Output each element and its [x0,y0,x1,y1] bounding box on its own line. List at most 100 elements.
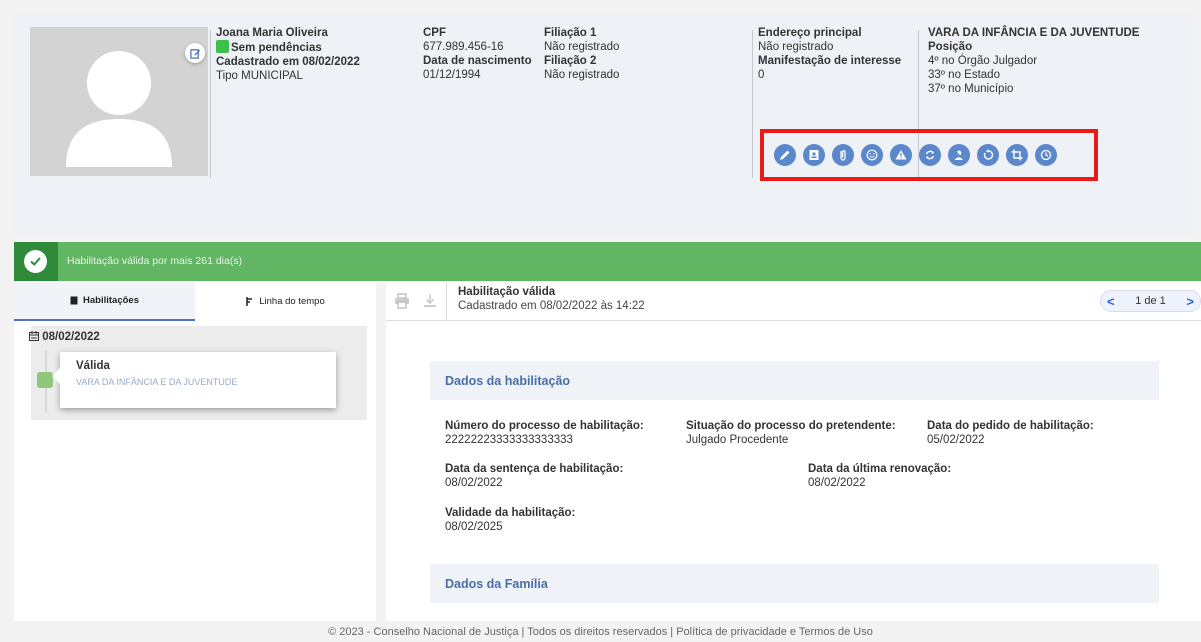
user-silhouette-icon [66,51,172,167]
section-habilitacao-title: Dados da habilitação [445,374,571,388]
status-indicator [216,40,229,53]
edit-photo-button[interactable] [185,43,205,63]
profile-address-col: Endereço principal Não registrado Manife… [758,26,901,82]
field-label: Data do pedido de habilitação: [927,420,1094,432]
document-icon [70,296,78,305]
detail-body: Dados da habilitação Número do processo … [386,321,1201,621]
contact-card-button[interactable] [803,144,825,166]
detail-title: Habilitação válida [458,286,556,298]
timeline-date: 08/02/2022 [29,331,100,343]
filiacao2-value: Não registrado [544,69,620,81]
check-circle-icon [24,250,47,273]
timeline-card-subtitle: VARA DA INFÂNCIA E DA JUVENTUDE [76,377,238,387]
timeline-marker [37,372,53,388]
section-habilitacao: Dados da habilitação [430,361,1159,400]
calendar-icon [29,331,39,341]
print-icon[interactable] [394,293,410,309]
edit-icon [189,48,200,59]
smiley-button[interactable] [861,144,883,166]
field-value: 05/02/2022 [927,434,985,446]
address-value: Não registrado [758,41,834,53]
history-icon [1040,149,1052,161]
field-label: Situação do processo do pretendente: [686,420,896,432]
profile-card: Joana Maria Oliveira Sem pendências Cada… [14,14,1192,234]
divider [210,30,211,178]
left-tabs: Habilitações Linha do tempo [14,282,376,321]
cpf-value: 677.989.456-16 [423,41,504,53]
attachment-button[interactable] [832,144,854,166]
page-indicator: 1 de 1 [1135,295,1166,307]
tab-timeline-label: Linha do tempo [259,296,325,307]
refresh-button[interactable] [919,144,941,166]
paperclip-icon [840,150,846,161]
interest-value: 0 [758,69,765,81]
pagination: < 1 de 1 > [1100,290,1201,312]
tab-habilitacoes-label: Habilitações [83,295,139,306]
address-label: Endereço principal [758,27,862,39]
field-label: Número do processo de habilitação: [445,420,644,432]
next-page-button[interactable]: > [1186,294,1194,309]
undo-button[interactable] [977,144,999,166]
profile-status: Sem pendências [231,42,322,54]
birth-label: Data de nascimento [423,55,532,67]
position-city: 37º no Município [928,83,1014,95]
field-label: Data da última renovação: [808,463,952,475]
court-name: VARA DA INFÂNCIA E DA JUVENTUDE [928,27,1140,39]
field-value: Julgado Procedente [686,434,789,446]
profile-type: Tipo MUNICIPAL [216,70,303,82]
warning-button[interactable] [890,144,912,166]
user-slash-icon [953,149,965,161]
field-validade: Validade da habilitação: 08/02/2025 [445,506,575,534]
cpf-label: CPF [423,27,446,39]
download-icon[interactable] [422,293,438,309]
divider [752,30,753,178]
history-button[interactable] [1035,144,1057,166]
refresh-icon [925,150,935,160]
profile-name: Joana Maria Oliveira [216,27,328,39]
profile-identity: Joana Maria Oliveira Sem pendências Cada… [216,26,360,83]
prev-page-button[interactable]: < [1107,294,1115,309]
profile-court-col: VARA DA INFÂNCIA E DA JUVENTUDE Posição … [928,26,1139,96]
avatar [30,27,208,176]
detail-header: Habilitação válida Cadastrado em 08/02/2… [386,282,1201,321]
profile-cpf-col: CPF 677.989.456-16 Data de nascimento 01… [423,26,532,82]
filiacao1-value: Não registrado [544,41,620,53]
timeline-date-text: 08/02/2022 [42,331,100,343]
field-renovacao: Data da última renovação: 08/02/2022 [808,462,951,490]
field-label: Data da sentença de habilitação: [445,463,624,475]
tab-habilitacoes[interactable]: Habilitações [14,282,195,321]
field-value: 08/02/2022 [445,477,503,489]
crop-button[interactable] [1006,144,1028,166]
filiacao2-label: Filiação 2 [544,55,597,67]
section-familia: Dados da Família [430,564,1159,603]
field-sentenca: Data da sentença de habilitação: 08/02/2… [445,462,623,490]
contact-card-icon [809,150,819,160]
field-situacao: Situação do processo do pretendente: Jul… [686,419,896,447]
timeline-card[interactable]: Válida VARA DA INFÂNCIA E DA JUVENTUDE [52,352,336,408]
position-label: Posição [928,41,973,53]
position-court: 4º no Órgão Julgador [928,55,1038,67]
edit-button[interactable] [774,144,796,166]
warning-icon [895,150,907,160]
birth-value: 01/12/1994 [423,69,481,81]
tab-timeline[interactable]: Linha do tempo [195,282,376,321]
profile-registered: Cadastrado em 08/02/2022 [216,56,360,68]
timeline-card-title: Válida [76,360,110,372]
timeline-icon [246,297,253,306]
field-pedido: Data do pedido de habilitação: 05/02/202… [927,419,1094,447]
divider [446,282,447,321]
field-value: 08/02/2025 [445,521,503,533]
validity-banner: Habilitação válida por mais 261 dia(s) [14,242,1201,281]
field-value: 22222223333333333333 [445,434,573,446]
interest-label: Manifestação de interesse [758,55,902,67]
undo-icon [983,149,994,160]
detail-subtitle: Cadastrado em 08/02/2022 às 14:22 [458,300,645,312]
position-state: 33º no Estado [928,69,1000,81]
footer: © 2023 - Conselho Nacional de Justiça | … [328,626,873,638]
field-label: Validade da habilitação: [445,507,576,519]
field-value: 08/02/2022 [808,477,866,489]
app-root: Joana Maria Oliveira Sem pendências Cada… [0,0,1201,642]
banner-text: Habilitação válida por mais 261 dia(s) [67,255,243,267]
profile-filiacao-col: Filiação 1 Não registrado Filiação 2 Não… [544,26,619,82]
remove-user-button[interactable] [948,144,970,166]
